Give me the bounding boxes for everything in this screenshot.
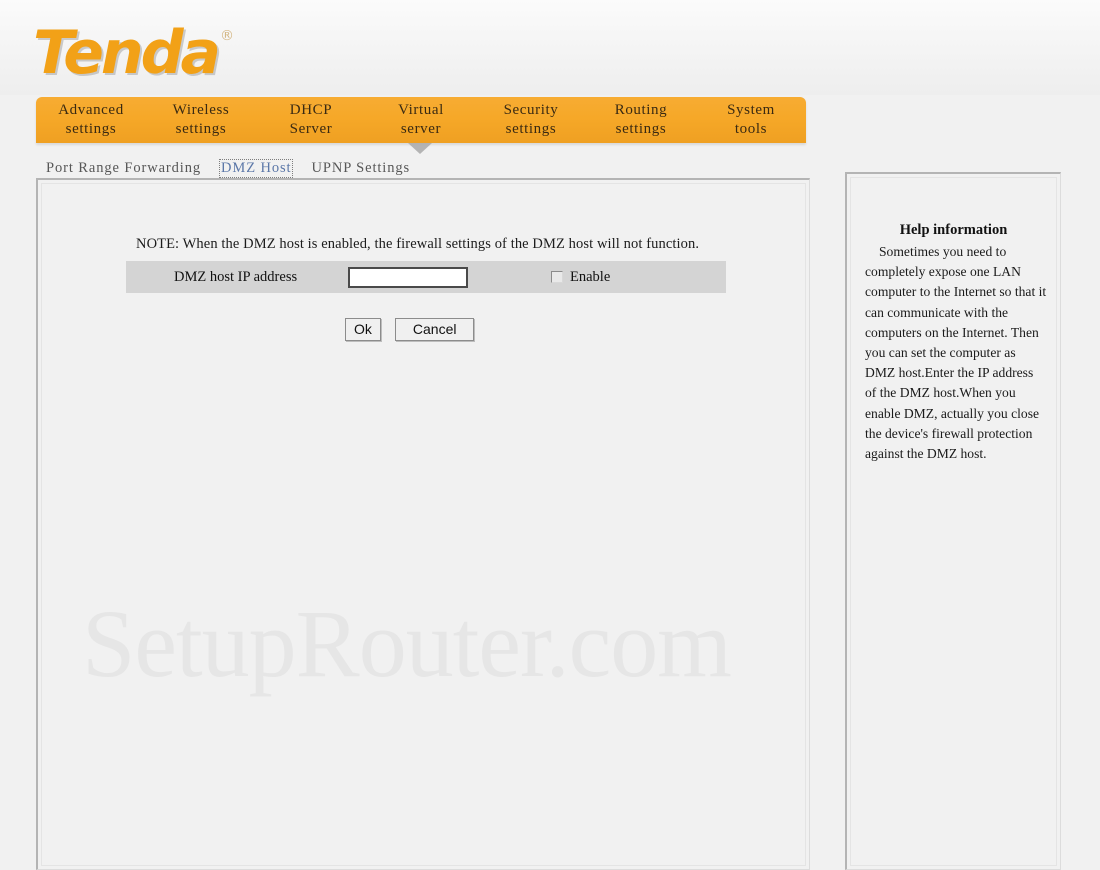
main-content-panel-inner: NOTE: When the DMZ host is enabled, the …: [41, 183, 806, 866]
tenda-logo: Tenda ®: [33, 18, 235, 88]
help-title: Help information: [899, 222, 1008, 238]
nav-item-advanced-settings[interactable]: Advanced settings: [36, 101, 146, 139]
nav-item-security-settings[interactable]: Security settings: [476, 101, 586, 139]
dmz-host-ip-label: DMZ host IP address: [174, 268, 298, 285]
cancel-button[interactable]: Cancel: [394, 318, 475, 341]
logo-wordmark: Tenda: [33, 18, 221, 88]
nav-item-line2: settings: [65, 121, 117, 137]
enable-checkbox-group[interactable]: Enable: [551, 269, 610, 286]
sub-nav: Port Range Forwarding DMZ Host UPNP Sett…: [44, 158, 428, 178]
active-nav-pointer-icon: [408, 143, 432, 154]
help-panel-inner: Help information Sometimes you need to c…: [850, 177, 1057, 866]
help-body-text: Sometimes you need to completely expose …: [865, 244, 1047, 462]
nav-item-line2: server: [400, 121, 442, 137]
enable-checkbox[interactable]: [551, 271, 563, 283]
registered-trademark-icon: ®: [220, 28, 235, 44]
help-panel: Help information Sometimes you need to c…: [845, 172, 1061, 870]
dmz-host-row: DMZ host IP address Enable: [126, 261, 726, 293]
form-actions: Ok Cancel: [345, 318, 475, 341]
main-content-panel: NOTE: When the DMZ host is enabled, the …: [36, 178, 810, 870]
nav-item-line2: settings: [175, 121, 227, 137]
nav-item-line1: System: [727, 102, 775, 118]
nav-item-routing-settings[interactable]: Routing settings: [586, 101, 696, 139]
nav-item-line2: settings: [505, 121, 557, 137]
enable-checkbox-label: Enable: [570, 268, 611, 285]
nav-item-line2: settings: [615, 121, 667, 137]
nav-item-line1: Advanced: [58, 102, 124, 118]
page-header: Tenda ®: [0, 0, 1100, 95]
nav-item-line2: Server: [289, 121, 333, 137]
main-nav: Advanced settings Wireless settings DHCP…: [36, 97, 806, 143]
nav-item-line2: tools: [734, 121, 768, 137]
nav-item-system-tools[interactable]: System tools: [696, 101, 806, 139]
nav-item-line1: Virtual: [398, 102, 444, 118]
nav-item-line1: DHCP: [289, 102, 333, 118]
nav-item-dhcp-server[interactable]: DHCP Server: [256, 101, 366, 139]
nav-item-line1: Security: [503, 102, 559, 118]
subnav-item-port-range-forwarding[interactable]: Port Range Forwarding: [44, 159, 203, 178]
dmz-note-text: NOTE: When the DMZ host is enabled, the …: [136, 236, 700, 252]
subnav-item-dmz-host[interactable]: DMZ Host: [219, 158, 294, 178]
dmz-host-ip-input[interactable]: [348, 266, 468, 288]
page-root: Tenda ® Advanced settings Wireless setti…: [0, 0, 1100, 870]
nav-item-line1: Wireless: [172, 102, 230, 118]
ok-button[interactable]: Ok: [345, 318, 381, 341]
nav-item-wireless-settings[interactable]: Wireless settings: [146, 101, 256, 139]
subnav-item-upnp-settings[interactable]: UPNP Settings: [309, 159, 412, 178]
nav-item-virtual-server[interactable]: Virtual server: [366, 101, 476, 139]
nav-item-line1: Routing: [614, 102, 668, 118]
